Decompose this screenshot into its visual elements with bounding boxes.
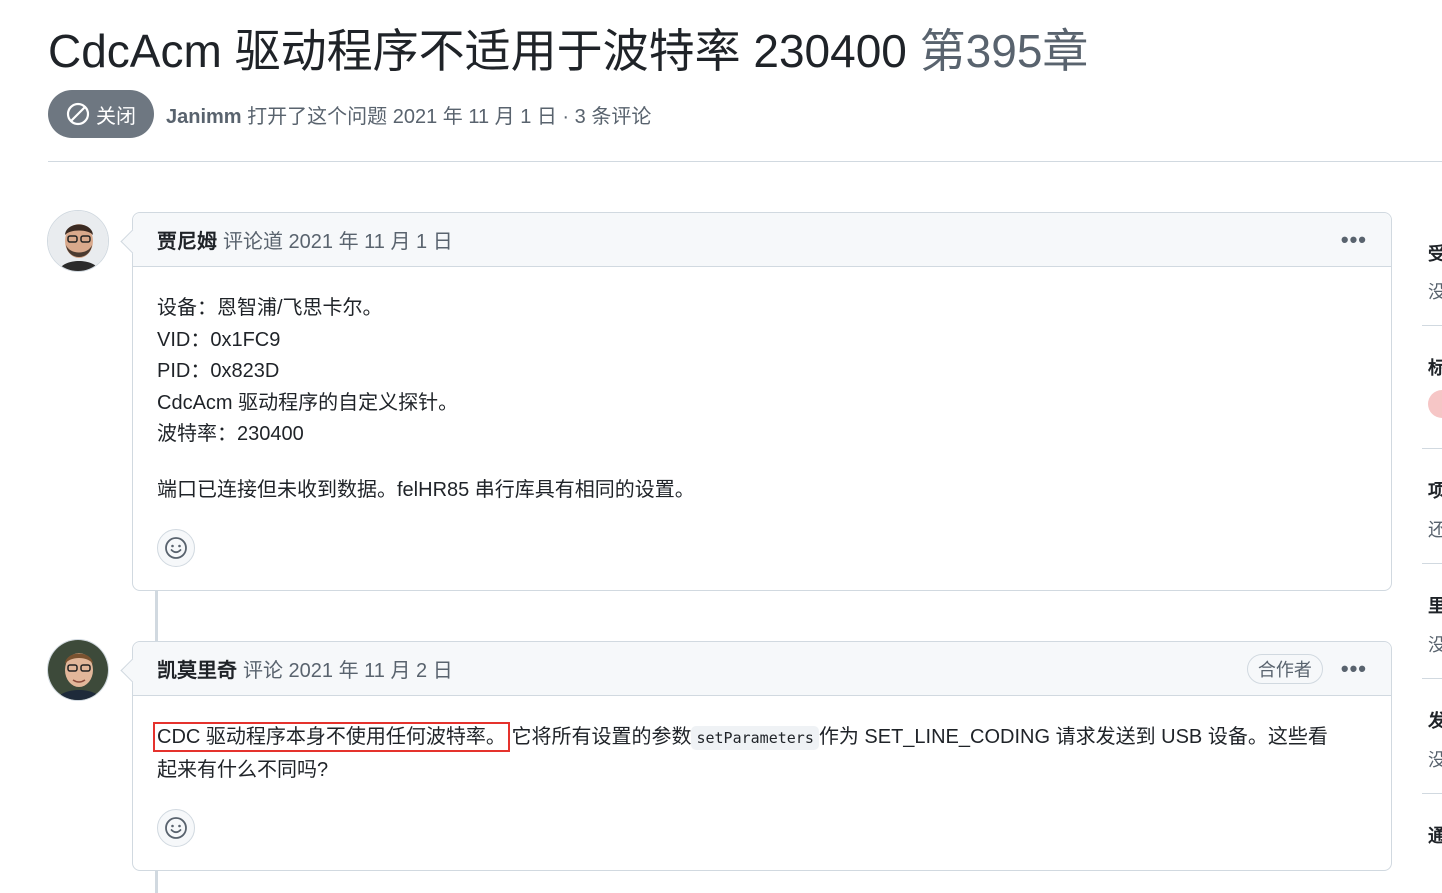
comment-text: 作为 SET_LINE_CODING 请求发送到 USB 设备。这些看 (818, 726, 1328, 748)
comment-timestamp[interactable]: 评论道 2021 年 11 月 1 日 (223, 225, 453, 254)
comment-body: CDC 驱动程序本身不使用任何波特率。 它将所有设置的参数 setParamete… (133, 696, 1391, 786)
kebab-menu-icon[interactable]: ••• (1341, 227, 1367, 253)
issue-author-link[interactable]: Janimm (166, 106, 242, 128)
sidebar-value: 没 (1428, 750, 1442, 770)
add-reaction-button[interactable] (157, 529, 195, 567)
state-label: 关闭 (96, 105, 136, 128)
comment-text: 它将所有设置的参数 (511, 726, 692, 748)
user-avatar-image (48, 640, 108, 700)
kebab-menu-icon[interactable]: ••• (1341, 656, 1367, 682)
sidebar-heading-milestone[interactable]: 里 (1428, 592, 1442, 618)
issue-title: CdcAcm 驱动程序不适用于波特率 230400 第395章 (48, 22, 1088, 80)
issue-meta: 关闭 Janimm 打开了这个问题 2021 年 11 月 1 日 · 3 条评… (48, 90, 651, 138)
comment-card: 贾尼姆 评论道 2021 年 11 月 1 日 ••• 设备：恩智浦/飞思卡尔。… (132, 212, 1392, 591)
issue-number: 第395章 (919, 25, 1089, 77)
comment-paragraph: 端口已连接但未收到数据。felHR85 串行库具有相同的设置。 (157, 478, 695, 501)
header-divider (48, 161, 1442, 162)
label-badge[interactable] (1428, 390, 1442, 418)
sidebar-heading-projects[interactable]: 项 (1428, 477, 1442, 503)
issue-opened-info: Janimm 打开了这个问题 2021 年 11 月 1 日 · 3 条评论 (166, 100, 651, 129)
comment-line: 设备：恩智浦/飞思卡尔。 (157, 297, 383, 319)
timeline-connector (155, 870, 158, 893)
closed-state-badge: 关闭 (48, 90, 154, 138)
comment-line: PID：0x823D (157, 360, 280, 382)
comment-header: 贾尼姆 评论道 2021 年 11 月 1 日 ••• (133, 213, 1391, 267)
sidebar-heading-labels[interactable]: 标 (1428, 354, 1442, 380)
issue-opened-text: 打开了这个问题 2021 年 11 月 1 日 · 3 条评论 (247, 105, 652, 128)
sidebar-value: 没 (1428, 282, 1442, 302)
smiley-icon (165, 817, 187, 839)
sidebar-heading-assignees[interactable]: 受 (1428, 240, 1442, 266)
avatar[interactable] (47, 210, 109, 272)
avatar[interactable] (47, 639, 109, 701)
sidebar-heading-notifications[interactable]: 通 (1428, 822, 1442, 848)
sidebar-value: 没 (1428, 635, 1442, 655)
comment-author[interactable]: 凯莫里奇 (157, 654, 237, 683)
comment-line: 波特率：230400 (157, 423, 304, 445)
highlighted-sentence: CDC 驱动程序本身不使用任何波特率。 (153, 722, 510, 752)
inline-code: setParameters (691, 726, 819, 750)
comment-author[interactable]: 贾尼姆 (157, 225, 217, 254)
comment-line: VID：0x1FC9 (157, 328, 281, 351)
sidebar-value: 还 (1428, 520, 1442, 540)
closed-circle-slash-icon (66, 102, 90, 126)
comment-body: 设备：恩智浦/飞思卡尔。 VID：0x1FC9 PID：0x823D CdcAc… (133, 267, 1391, 506)
timeline-connector (155, 590, 158, 642)
comment-header: 凯莫里奇 评论 2021 年 11 月 2 日 合作者 ••• (133, 642, 1391, 696)
user-avatar-image (48, 211, 108, 271)
comment-line: 起来有什么不同吗? (157, 758, 329, 781)
comment-line: CDC 驱动程序本身不使用任何波特率。 它将所有设置的参数 setParamete… (153, 722, 1367, 755)
smiley-icon (165, 537, 187, 559)
issue-sidebar: 受 没 标 项 还 里 没 发 没 通 (1422, 170, 1442, 893)
collaborator-badge: 合作者 (1246, 653, 1323, 684)
sidebar-heading-development[interactable]: 发 (1428, 707, 1442, 733)
comment-timestamp[interactable]: 评论 2021 年 11 月 2 日 (243, 654, 453, 683)
issue-title-text: CdcAcm 驱动程序不适用于波特率 230400 (48, 25, 907, 77)
comment-line: CdcAcm 驱动程序的自定义探针。 (157, 391, 459, 414)
comment-card: 凯莫里奇 评论 2021 年 11 月 2 日 合作者 ••• CDC 驱动程序… (132, 641, 1392, 871)
add-reaction-button[interactable] (157, 809, 195, 847)
